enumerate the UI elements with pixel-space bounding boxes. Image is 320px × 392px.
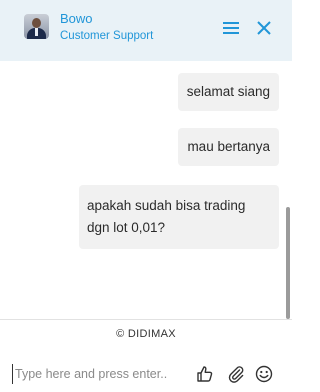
agent-name: Bowo	[60, 11, 93, 26]
brand-label: © DIDIMAX	[116, 328, 176, 340]
scrollbar-thumb[interactable]	[286, 207, 290, 319]
emoji-icon[interactable]	[255, 365, 273, 383]
agent-role: Customer Support	[60, 30, 154, 42]
message-bubble: apakah sudah bisa trading dgn lot 0,01?	[79, 185, 279, 249]
message-input[interactable]	[12, 364, 193, 384]
divider	[0, 319, 292, 320]
close-icon[interactable]	[256, 20, 272, 36]
menu-icon[interactable]	[223, 21, 239, 35]
message-bubble: mau bertanya	[178, 128, 279, 166]
message-list[interactable]: selamat siang mau bertanya apakah sudah …	[0, 61, 292, 319]
chat-header: Bowo Customer Support	[0, 0, 292, 61]
message-bubble: selamat siang	[177, 73, 279, 111]
avatar	[24, 14, 49, 39]
paperclip-icon[interactable]	[227, 365, 245, 383]
thumbs-up-icon[interactable]	[196, 365, 214, 383]
